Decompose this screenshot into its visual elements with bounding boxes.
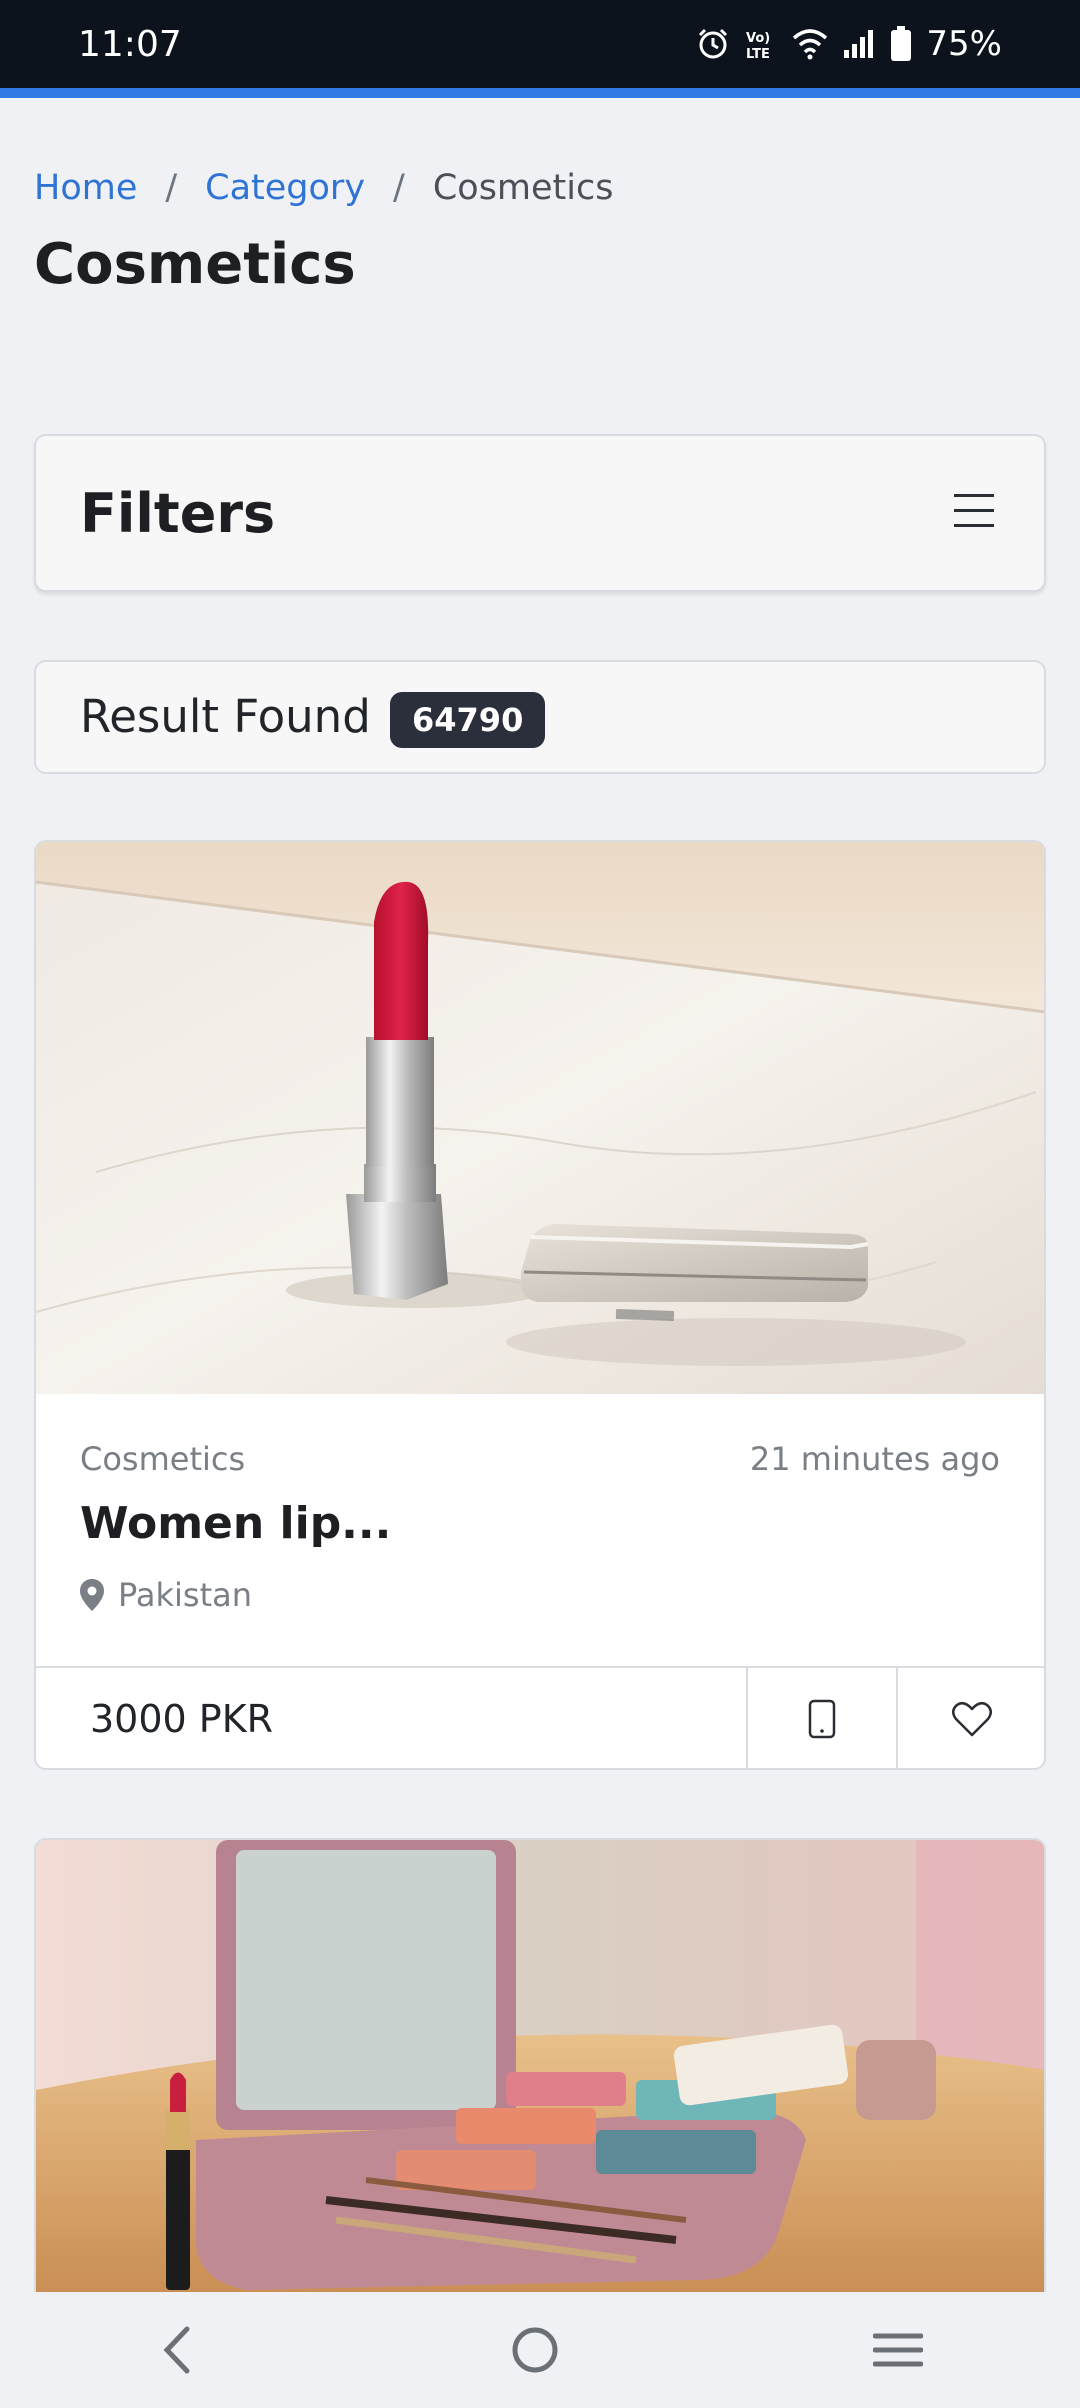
breadcrumb-separator: / (165, 168, 178, 208)
battery-percent: 75% (926, 24, 1002, 64)
wifi-icon (793, 29, 828, 60)
phone-icon (808, 1699, 836, 1739)
accent-bar (0, 88, 1080, 98)
listing-image[interactable] (36, 842, 1044, 1394)
listing-footer: 3000 PKR (36, 1666, 1044, 1768)
breadcrumb-separator: / (393, 168, 405, 208)
back-icon[interactable] (157, 2325, 197, 2375)
breadcrumb-current: Cosmetics (432, 168, 614, 208)
lipstick-and-compact-photo (36, 842, 1044, 1394)
svg-text:Vo): Vo) (746, 31, 770, 46)
svg-text:LTE: LTE (746, 47, 770, 61)
alarm-icon (699, 28, 728, 59)
volte-icon: Vo) LTE (746, 31, 770, 61)
listing-meta: Cosmetics 21 minutes ago (80, 1440, 1000, 1478)
listing-price: 3000 PKR (90, 1697, 274, 1741)
listing-card[interactable]: Cosmetics 21 minutes ago Women lip... Pa… (34, 840, 1046, 1770)
home-icon[interactable] (510, 2325, 560, 2375)
listing-location: Pakistan (80, 1576, 252, 1614)
results-count-badge: 64790 (390, 692, 546, 748)
location-label: Pakistan (118, 1576, 252, 1614)
breadcrumb-category-link[interactable]: Category (205, 168, 365, 208)
heart-icon (952, 1701, 992, 1737)
page-title: Cosmetics (34, 232, 356, 297)
recents-icon[interactable] (873, 2330, 924, 2370)
filters-panel[interactable]: Filters (34, 434, 1046, 592)
breadcrumb-home-link[interactable]: Home (34, 168, 137, 208)
signal-icon (844, 30, 874, 58)
status-time: 11:07 (78, 24, 182, 65)
status-icons: Vo) LTE 75% (696, 24, 1002, 64)
location-pin-icon (80, 1579, 104, 1611)
makeup-palette-photo[interactable] (36, 1840, 1046, 2298)
battery-icon (891, 26, 912, 61)
breadcrumb: Home / Category / Cosmetics (34, 168, 613, 208)
call-button[interactable] (746, 1668, 896, 1768)
system-nav-bar (0, 2292, 1080, 2408)
results-panel: Result Found 64790 (34, 660, 1046, 774)
listing-time: 21 minutes ago (749, 1440, 1000, 1478)
filters-title: Filters (80, 482, 276, 545)
results-label: Result Found (80, 690, 371, 743)
listing-title[interactable]: Women lip... (80, 1498, 391, 1549)
listing-card[interactable] (34, 1838, 1046, 2298)
status-bar: 11:07 Vo) LTE 75% (0, 0, 1080, 88)
hamburger-icon[interactable] (954, 494, 994, 530)
favorite-button[interactable] (896, 1668, 1044, 1768)
listing-category: Cosmetics (80, 1440, 246, 1478)
